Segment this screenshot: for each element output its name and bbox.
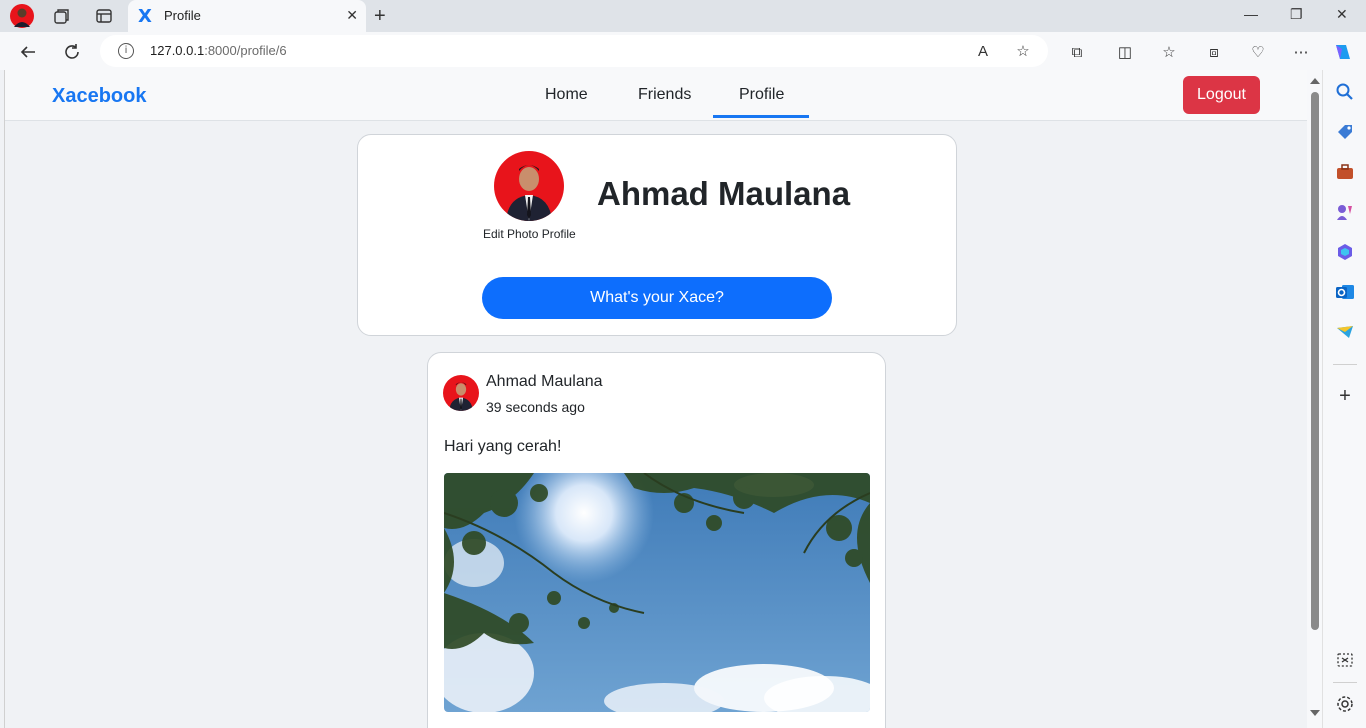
logout-button[interactable]: Logout [1183, 76, 1260, 114]
tab-actions-icon[interactable] [90, 4, 118, 28]
refresh-icon[interactable] [60, 40, 84, 64]
tab-title: Profile [164, 8, 201, 23]
profile-name: Ahmad Maulana [597, 175, 851, 212]
outlook-icon[interactable] [1335, 282, 1355, 302]
split-screen-icon[interactable]: ◫ [1114, 41, 1136, 63]
window-close-icon[interactable]: ✕ [1336, 6, 1348, 23]
profile-card: Edit Photo Profile Ahmad Maulana What's … [357, 134, 957, 336]
collections-icon[interactable]: ⧈ [1203, 41, 1225, 63]
brand-logo[interactable]: Xacebook [52, 85, 146, 108]
tab-close-icon[interactable]: ✕ [346, 7, 358, 24]
extensions-icon[interactable]: ⧉ [1066, 41, 1088, 63]
read-aloud-icon[interactable]: A [972, 40, 994, 62]
url-text: 127.0.0.1:8000/profile/6 [150, 43, 287, 58]
post-card: Ahmad Maulana 39 seconds ago Hari yang c… [427, 352, 886, 728]
tools-icon[interactable] [1335, 162, 1355, 182]
compose-post-button[interactable]: What's your Xace? [482, 277, 832, 319]
post-timestamp: 39 seconds ago [486, 399, 585, 415]
active-nav-indicator [713, 115, 809, 118]
profile-avatar[interactable] [494, 151, 564, 221]
back-icon[interactable] [16, 40, 40, 64]
sidebar-divider-bottom [1333, 682, 1357, 683]
restore-icon[interactable]: ❐ [1290, 6, 1303, 23]
add-sidebar-app-icon[interactable]: + [1335, 386, 1355, 406]
edge-sidebar: + [1322, 70, 1366, 728]
post-author-avatar[interactable] [443, 375, 479, 411]
tab-favicon-icon: X [138, 6, 152, 27]
site-info-icon[interactable]: i [118, 43, 134, 59]
post-image[interactable] [444, 473, 870, 712]
new-tab-icon[interactable]: + [374, 5, 386, 28]
favorites-icon[interactable]: ☆ [1158, 41, 1180, 63]
scroll-thumb[interactable] [1311, 92, 1319, 630]
nav-friends[interactable]: Friends [638, 86, 691, 104]
workspaces-icon[interactable] [48, 4, 76, 28]
browser-essentials-icon[interactable]: ♡ [1247, 41, 1269, 63]
shopping-icon[interactable] [1335, 122, 1355, 142]
nav-profile[interactable]: Profile [739, 86, 784, 104]
sidebar-divider [1333, 364, 1357, 365]
url-input[interactable]: i 127.0.0.1:8000/profile/6 A ☆ [100, 35, 1048, 67]
page-scrollbar[interactable] [1307, 70, 1322, 728]
address-bar-row: i 127.0.0.1:8000/profile/6 A ☆ ⧉ ◫ ☆ ⧈ ♡… [0, 32, 1366, 70]
more-options-icon[interactable]: ⋯ [1290, 41, 1312, 63]
page-viewport: Xacebook Home Friends Profile Logout Edi… [4, 70, 1307, 728]
sidebar-settings-icon[interactable] [1335, 694, 1355, 714]
tab-profile[interactable]: X Profile ✕ [128, 0, 366, 32]
favorite-star-icon[interactable]: ☆ [1012, 40, 1034, 62]
screenshot-icon[interactable] [1335, 650, 1355, 670]
top-navbar: Xacebook Home Friends Profile Logout [5, 70, 1307, 121]
nav-home[interactable]: Home [545, 86, 588, 104]
post-text: Hari yang cerah! [444, 438, 562, 455]
games-icon[interactable] [1335, 202, 1355, 222]
drop-icon[interactable] [1335, 322, 1355, 342]
copilot-icon[interactable] [1332, 41, 1354, 63]
profile-avatar-icon[interactable] [8, 4, 36, 28]
post-author-name[interactable]: Ahmad Maulana [486, 373, 603, 391]
browser-tab-bar: X Profile ✕ + — ❐ ✕ [0, 0, 1366, 32]
microsoft-365-icon[interactable] [1335, 242, 1355, 262]
scroll-up-icon[interactable] [1310, 78, 1320, 84]
edit-photo-link[interactable]: Edit Photo Profile [483, 227, 576, 241]
search-icon[interactable] [1335, 82, 1355, 102]
scroll-down-icon[interactable] [1310, 710, 1320, 716]
minimize-icon[interactable]: — [1244, 6, 1258, 22]
